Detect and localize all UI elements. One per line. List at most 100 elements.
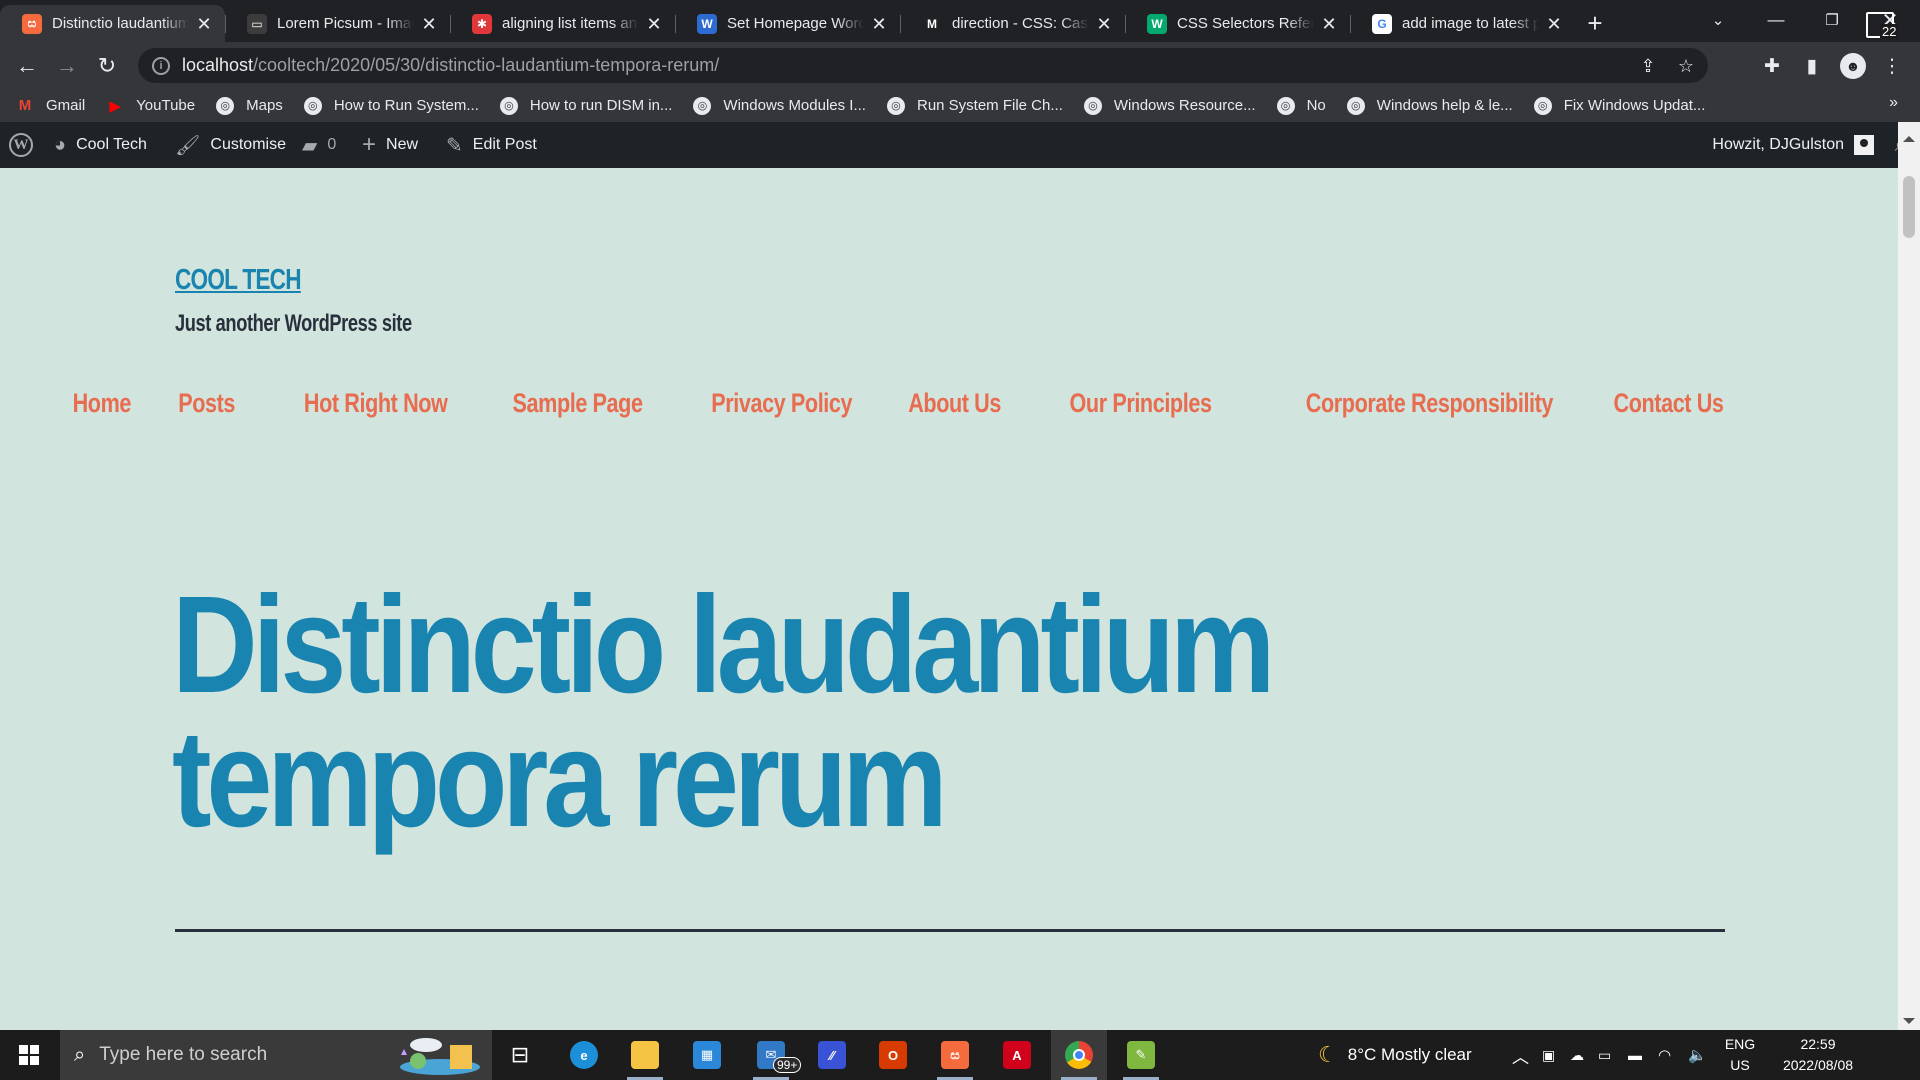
chrome-menu-icon[interactable]: ⋮: [1882, 56, 1902, 77]
taskbar-notepad[interactable]: ✎: [1113, 1030, 1169, 1080]
back-button[interactable]: ←: [11, 50, 43, 82]
wp-admin-bar: W ◕ Cool Tech 🖌 Customise ▰ 0 + New ✎ Edit Po…: [0, 122, 1920, 168]
globe-icon: ◎: [1083, 96, 1102, 115]
tab-close-icon[interactable]: ✕: [1320, 15, 1338, 33]
taskbar-office[interactable]: O: [865, 1030, 921, 1080]
bookmark-item[interactable]: ◎ Windows Modules I...: [693, 96, 866, 115]
bookmark-item[interactable]: ◎ How to Run System...: [303, 96, 479, 115]
bookmarks-overflow-button[interactable]: »: [1889, 94, 1898, 112]
admin-bar-new[interactable]: + New: [362, 122, 418, 168]
new-tab-button[interactable]: +: [1575, 5, 1615, 42]
bookmark-item[interactable]: ▶ YouTube: [106, 97, 195, 115]
tab-close-icon[interactable]: ✕: [1545, 15, 1563, 33]
admin-bar-my-account[interactable]: Howzit, DJGulston: [1712, 122, 1874, 168]
browser-tab[interactable]: ✱ aligning list items and ✕: [450, 5, 675, 42]
menu-item-hot-right-now[interactable]: Hot Right Now: [304, 388, 448, 419]
menu-item-corporate-responsibility[interactable]: Corporate Responsibility: [1306, 388, 1554, 419]
weather-widget[interactable]: ☾ 8°C Mostly clear: [1318, 1030, 1472, 1080]
tab-search-chevron-icon[interactable]: ⌄: [1690, 0, 1746, 40]
taskbar-edge[interactable]: e: [556, 1030, 612, 1080]
restore-button[interactable]: ❐: [1804, 0, 1860, 40]
start-button[interactable]: [0, 1030, 58, 1080]
tab-close-icon[interactable]: ✕: [645, 15, 663, 33]
tab-close-icon[interactable]: ✕: [1095, 15, 1113, 33]
taskbar-store[interactable]: ▦: [679, 1030, 735, 1080]
taskbar-acrobat[interactable]: A: [989, 1030, 1045, 1080]
volume-icon[interactable]: 🔈: [1688, 1030, 1707, 1080]
bookmark-item[interactable]: ◎ Run System File Ch...: [886, 96, 1063, 115]
show-hidden-icons[interactable]: ︿: [1512, 1030, 1529, 1080]
menu-item-our-principles[interactable]: Our Principles: [1069, 388, 1211, 419]
bookmark-item[interactable]: ◎ How to run DISM in...: [499, 96, 672, 115]
task-view-button[interactable]: ⊟: [492, 1030, 548, 1080]
bookmark-item[interactable]: ◎ Fix Windows Updat...: [1533, 96, 1705, 115]
bookmark-item[interactable]: M Gmail: [16, 97, 85, 115]
taskbar-xampp[interactable]: ස: [927, 1030, 983, 1080]
menu-item-home[interactable]: Home: [72, 388, 131, 419]
tab-close-icon[interactable]: ✕: [195, 15, 213, 33]
forward-button[interactable]: →: [51, 50, 83, 82]
menu-item-posts[interactable]: Posts: [178, 388, 235, 419]
admin-bar-customise[interactable]: 🖌 Customise: [175, 122, 286, 168]
side-panel-icon[interactable]: ▮: [1802, 56, 1822, 77]
browser-tab[interactable]: W Set Homepage WordPress ✕: [675, 5, 900, 42]
plus-icon: +: [362, 131, 377, 158]
bookmark-item[interactable]: ◎ Windows help & le...: [1346, 96, 1513, 115]
menu-item-privacy-policy[interactable]: Privacy Policy: [711, 388, 852, 419]
taskbar-file-explorer[interactable]: [617, 1030, 673, 1080]
tab-favicon-icon: G: [1372, 13, 1392, 34]
title-separator: [175, 929, 1725, 932]
bookmark-label: Windows Resource...: [1113, 97, 1256, 114]
bookmark-item[interactable]: ◎ Maps: [216, 96, 283, 115]
minimize-button[interactable]: —: [1748, 0, 1804, 40]
reload-button[interactable]: ↻: [91, 50, 123, 82]
browser-tab[interactable]: ▭ Lorem Picsum - Images ✕: [225, 5, 450, 42]
battery-icon[interactable]: ▬: [1628, 1030, 1642, 1080]
admin-bar-edit-post[interactable]: ✎ Edit Post: [446, 122, 537, 168]
tab-close-icon[interactable]: ✕: [870, 15, 888, 33]
menu-item-sample-page[interactable]: Sample Page: [513, 388, 643, 419]
bookmark-item[interactable]: ◎ Windows Resource...: [1083, 96, 1256, 115]
site-title-link[interactable]: COOL TECH: [175, 264, 302, 297]
taskbar-chrome[interactable]: [1051, 1030, 1107, 1080]
share-icon[interactable]: ⇪: [1638, 56, 1658, 76]
tab-title: add image to latest p: [1402, 15, 1539, 32]
globe-icon: ◎: [886, 96, 905, 115]
address-bar[interactable]: i localhost/cooltech/2020/05/30/distinct…: [138, 48, 1708, 83]
bookmark-item[interactable]: ◎ No: [1276, 96, 1326, 115]
keyboard-layout: US: [1730, 1057, 1750, 1073]
menu-item-contact-us[interactable]: Contact Us: [1614, 388, 1724, 419]
browser-tab[interactable]: Mdirection - CSS: Cascading ✕: [900, 5, 1125, 42]
taskbar-vscode-alt[interactable]: ⁄⁄: [804, 1030, 860, 1080]
page-scrollbar[interactable]: [1898, 122, 1920, 1030]
extensions-puzzle-icon[interactable]: ✚: [1762, 56, 1782, 77]
tab-favicon-icon: ස: [22, 13, 42, 34]
site-info-icon[interactable]: i: [152, 56, 170, 75]
bookmark-label: Windows Modules I...: [723, 97, 866, 114]
search-placeholder: Type here to search: [99, 1044, 268, 1065]
wifi-icon[interactable]: ◠: [1658, 1030, 1671, 1080]
menu-item-about-us[interactable]: About Us: [908, 388, 1001, 419]
tab-favicon-icon: M: [922, 13, 942, 34]
admin-bar-comments[interactable]: ▰ 0: [302, 122, 336, 168]
browser-tab[interactable]: ස Distinctio laudantium ✕: [0, 5, 225, 42]
scroll-down-arrow[interactable]: [1903, 1018, 1915, 1024]
profile-avatar[interactable]: ☻: [1840, 53, 1866, 79]
taskbar-mail[interactable]: ✉ 99+: [743, 1030, 802, 1080]
tab-title: direction - CSS: Cascading: [952, 15, 1089, 32]
onedrive-icon[interactable]: ☁: [1570, 1030, 1584, 1080]
display-icon[interactable]: ▭: [1598, 1030, 1611, 1080]
taskbar-search[interactable]: ⌕ Type here to search: [60, 1030, 492, 1080]
input-language[interactable]: ENG US: [1722, 1034, 1758, 1076]
meet-now-icon[interactable]: ▣: [1542, 1030, 1555, 1080]
scrollbar-thumb[interactable]: [1903, 176, 1915, 238]
admin-bar-site-name[interactable]: ◕ Cool Tech: [54, 122, 147, 168]
wp-logo-menu[interactable]: W: [9, 122, 33, 168]
clock[interactable]: 22:59 2022/08/08: [1776, 1034, 1860, 1076]
browser-tab[interactable]: Gadd image to latest p ✕: [1350, 5, 1575, 42]
tab-close-icon[interactable]: ✕: [420, 15, 438, 33]
globe-icon: ◎: [216, 96, 235, 115]
browser-tab[interactable]: W CSS Selectors Reference ✕: [1125, 5, 1350, 42]
scroll-up-arrow[interactable]: [1903, 136, 1915, 142]
bookmark-star-icon[interactable]: ☆: [1676, 56, 1696, 76]
